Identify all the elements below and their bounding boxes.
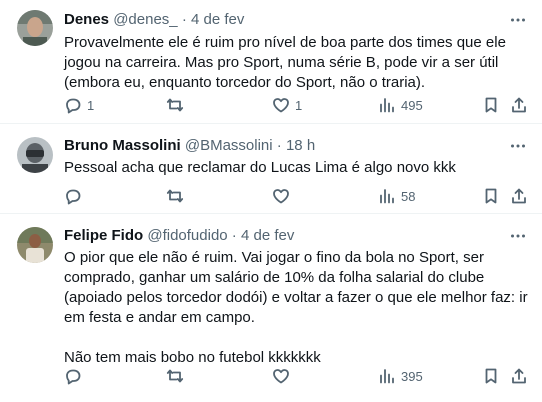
author-name[interactable]: Felipe Fido <box>64 227 143 244</box>
reply-icon <box>66 189 81 205</box>
views-count: 495 <box>401 97 423 113</box>
tweet-text: O pior que ele não é ruim. Vai jogar o f… <box>64 249 528 366</box>
tweet-header: Bruno Massolini @BMassolini · 18 h <box>64 137 315 155</box>
author-name[interactable]: Denes <box>64 11 109 28</box>
share-button[interactable] <box>510 95 528 115</box>
avatar[interactable] <box>17 10 53 46</box>
action-bar: 1 1 495 <box>58 95 534 115</box>
tweet-header: Denes @denes_ · 4 de fev <box>64 11 244 29</box>
tweet[interactable]: Denes @denes_ · 4 de fev Provavelmente e… <box>0 0 542 124</box>
author-name[interactable]: Bruno Massolini <box>64 137 181 154</box>
reply-button[interactable] <box>64 366 87 386</box>
avatar[interactable] <box>17 137 53 173</box>
like-icon <box>273 98 289 113</box>
share-icon <box>512 368 526 384</box>
action-bar: 395 <box>58 366 534 386</box>
reply-count: 1 <box>87 97 95 113</box>
views-button[interactable]: 395 <box>378 366 423 386</box>
retweet-icon <box>166 98 184 112</box>
author-handle[interactable]: @denes_ <box>113 11 177 28</box>
more-icon[interactable] <box>509 227 527 245</box>
bookmark-button[interactable] <box>482 95 500 115</box>
reply-icon <box>66 98 81 114</box>
tweet-time[interactable]: 4 de fev <box>241 227 294 244</box>
more-icon[interactable] <box>509 11 527 29</box>
bookmark-icon <box>485 97 497 113</box>
retweet-button[interactable] <box>166 186 189 206</box>
like-icon <box>273 189 289 204</box>
reply-button[interactable] <box>64 186 87 206</box>
more-icon[interactable] <box>509 137 527 155</box>
tweet-text: Provavelmente ele é ruim pro nível de bo… <box>64 34 506 91</box>
retweet-icon <box>166 369 184 383</box>
like-button[interactable] <box>272 186 295 206</box>
retweet-button[interactable] <box>166 95 189 115</box>
tweet[interactable]: Bruno Massolini @BMassolini · 18 h Pesso… <box>0 124 542 214</box>
author-handle[interactable]: @BMassolini <box>185 137 273 154</box>
retweet-button[interactable] <box>166 366 189 386</box>
like-button[interactable]: 1 <box>272 95 302 115</box>
bookmark-icon <box>485 188 497 204</box>
tweet-text: Pessoal acha que reclamar do Lucas Lima … <box>64 159 456 176</box>
views-count: 58 <box>401 188 416 204</box>
views-icon <box>380 189 394 204</box>
share-button[interactable] <box>510 186 528 206</box>
like-count: 1 <box>295 97 303 113</box>
reply-button[interactable]: 1 <box>64 95 94 115</box>
like-button[interactable] <box>272 366 295 386</box>
views-button[interactable]: 58 <box>378 186 415 206</box>
share-icon <box>512 97 526 113</box>
tweet-header: Felipe Fido @fidofudido · 4 de fev <box>64 227 294 245</box>
tweet[interactable]: Felipe Fido @fidofudido · 4 de fev O pio… <box>0 214 542 402</box>
tweet-time[interactable]: 18 h <box>286 137 315 154</box>
separator-dot: · <box>276 137 282 154</box>
tweet-time[interactable]: 4 de fev <box>191 11 244 28</box>
reply-icon <box>66 369 81 385</box>
share-icon <box>512 188 526 204</box>
action-bar: 58 <box>58 186 534 206</box>
separator-dot: · <box>231 227 237 244</box>
bookmark-button[interactable] <box>482 186 500 206</box>
share-button[interactable] <box>510 366 528 386</box>
views-button[interactable]: 495 <box>378 95 423 115</box>
separator-dot: · <box>181 11 187 28</box>
bookmark-button[interactable] <box>482 366 500 386</box>
views-count: 395 <box>401 368 423 384</box>
views-icon <box>380 369 394 384</box>
views-icon <box>380 98 394 113</box>
retweet-icon <box>166 189 184 203</box>
avatar[interactable] <box>17 227 53 263</box>
author-handle[interactable]: @fidofudido <box>147 227 227 244</box>
like-icon <box>273 369 289 384</box>
bookmark-icon <box>485 368 497 384</box>
